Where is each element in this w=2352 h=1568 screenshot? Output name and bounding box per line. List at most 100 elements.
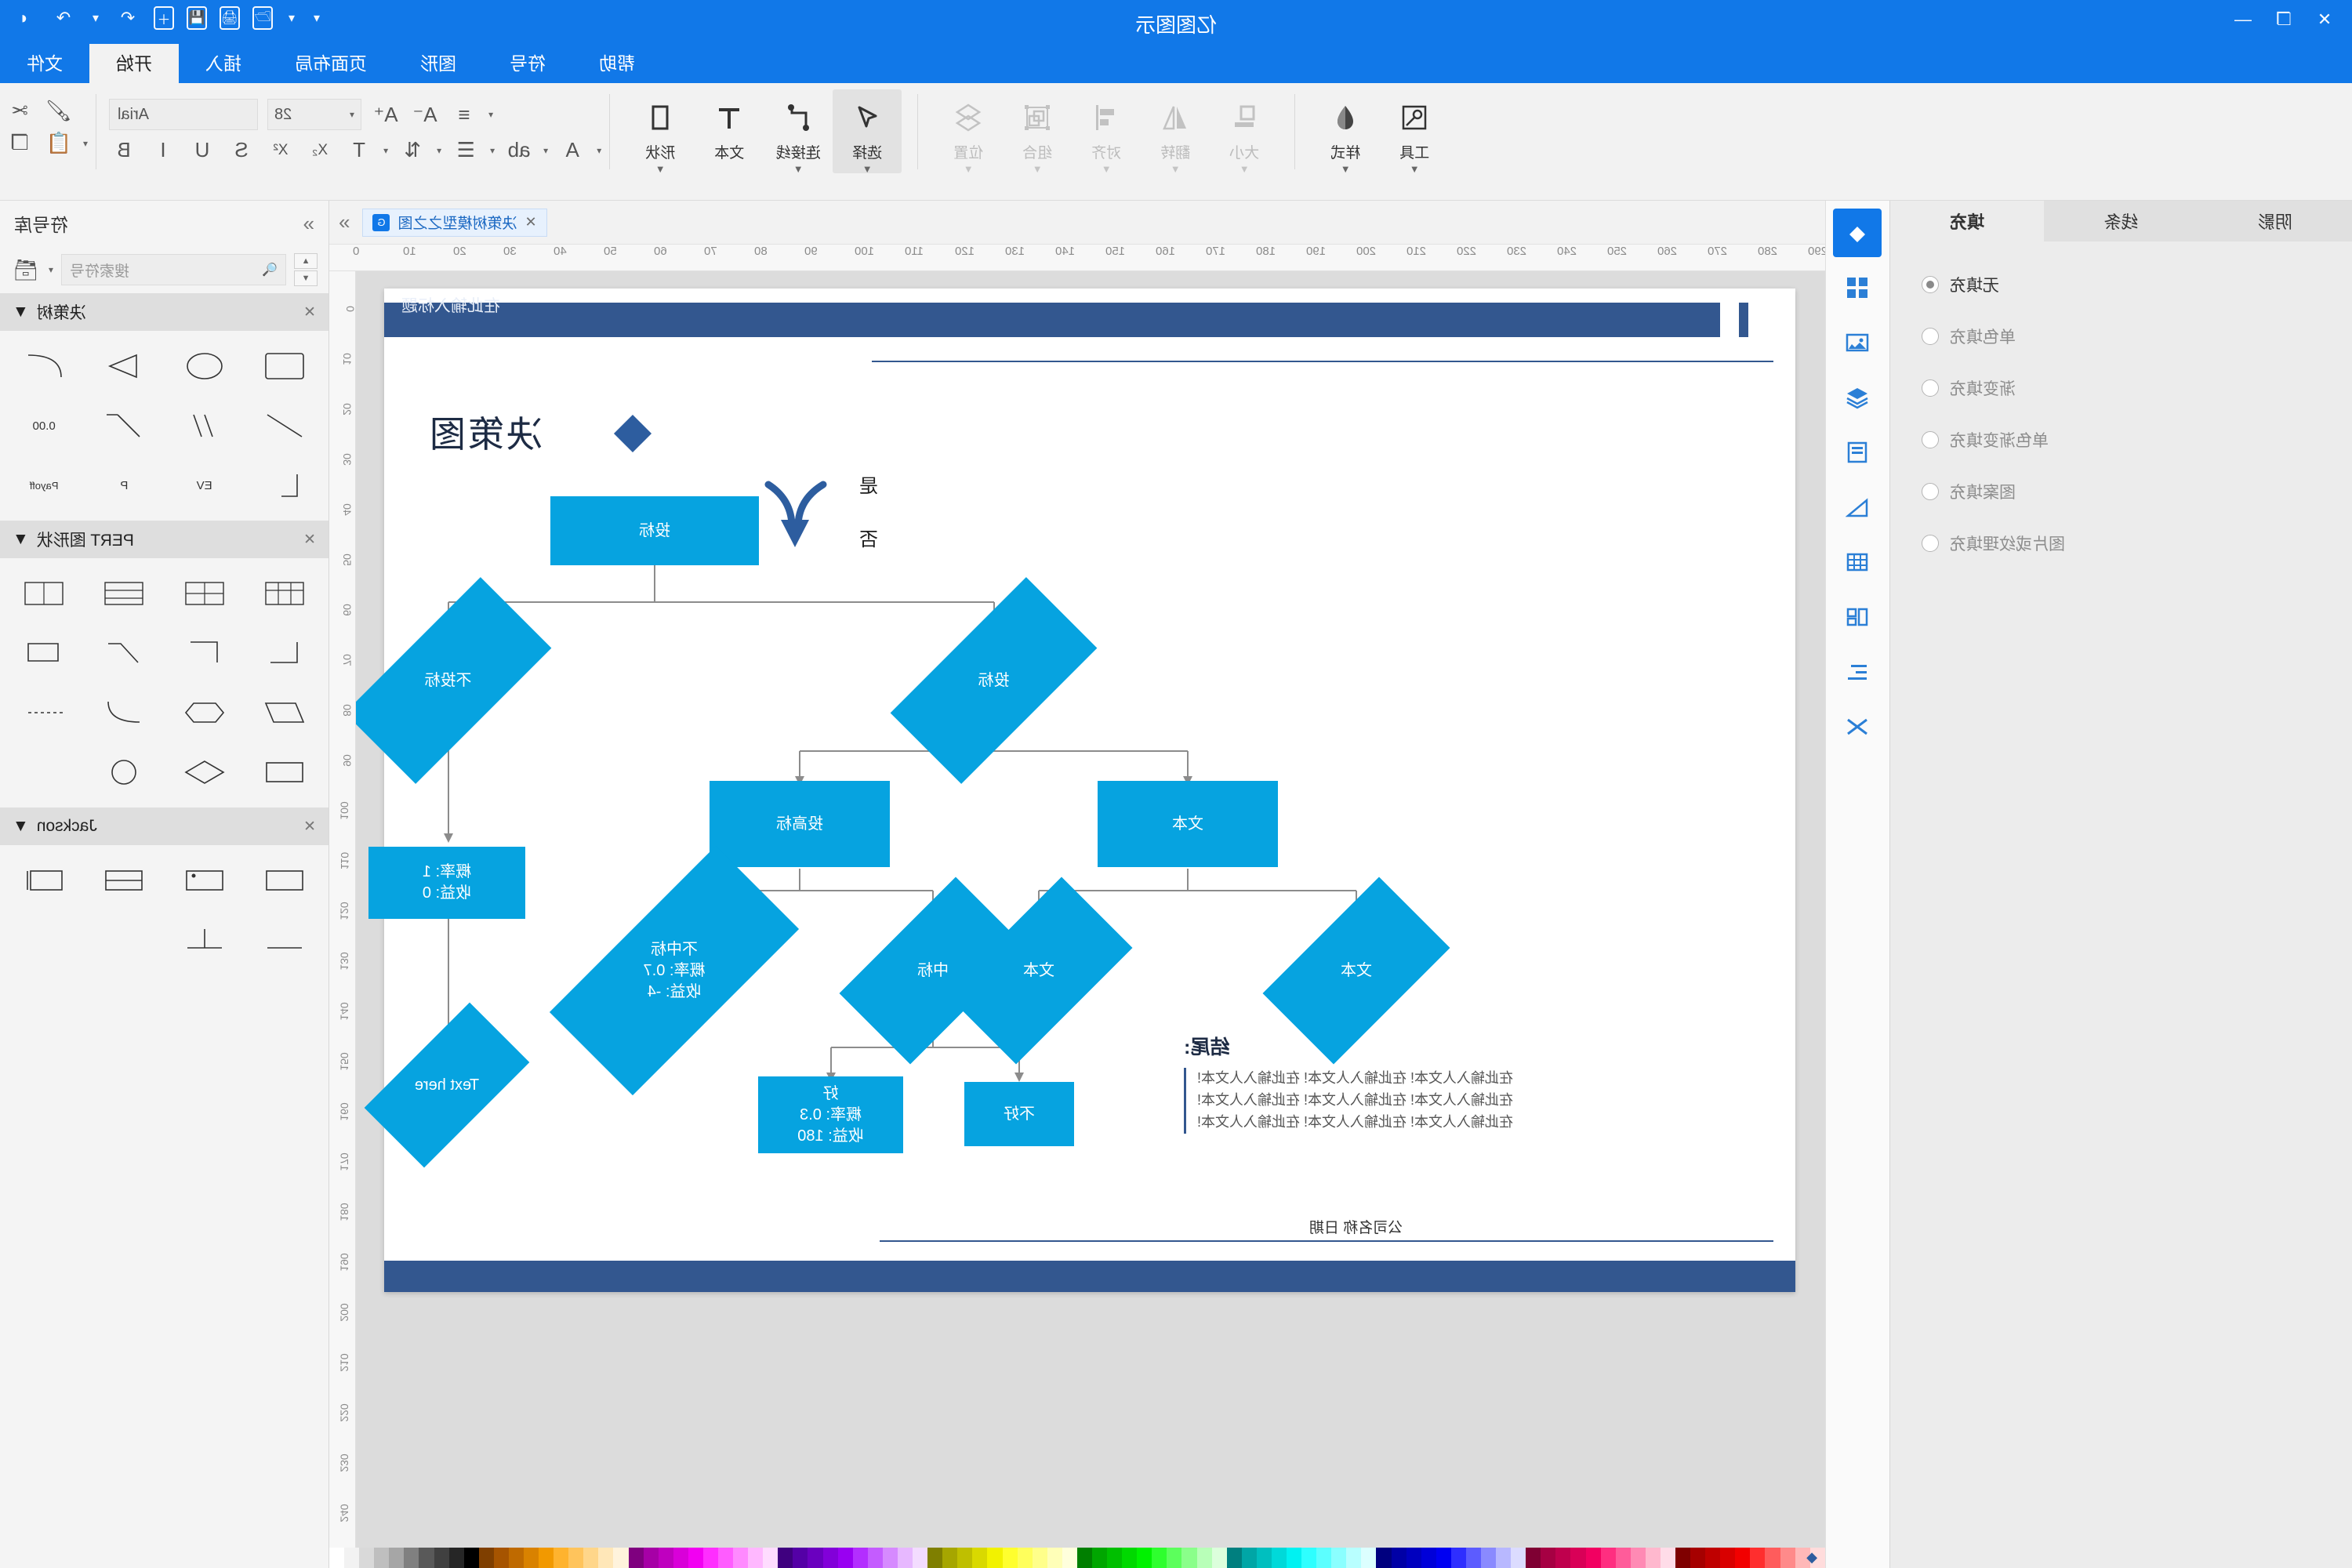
shape-empty[interactable] — [6, 745, 82, 800]
ribbon-button-group[interactable]: 组合 ▼ — [1003, 89, 1072, 175]
vertical-tool-strip[interactable] — [1825, 201, 1889, 1568]
increase-font-icon[interactable]: A⁺ — [371, 103, 401, 127]
color-swatch[interactable] — [1167, 1548, 1182, 1568]
chevron-down-icon[interactable]: ▾ — [83, 138, 88, 149]
color-swatch[interactable] — [913, 1548, 928, 1568]
shape-hexagon[interactable] — [167, 685, 242, 740]
collapse-panel-icon[interactable]: » — [339, 210, 350, 234]
color-palette-bar[interactable]: ◆ — [329, 1548, 1825, 1568]
shape-corner-1[interactable] — [247, 626, 322, 681]
color-swatch[interactable] — [987, 1548, 1003, 1568]
color-swatch[interactable] — [1660, 1548, 1676, 1568]
shape-curve[interactable] — [6, 339, 82, 394]
color-swatch[interactable] — [1062, 1548, 1077, 1568]
branch-label-no[interactable]: 否 — [859, 524, 878, 551]
shuffle-tool-icon[interactable] — [1834, 702, 1882, 751]
shape-dashed-line[interactable] — [6, 685, 82, 740]
color-swatch[interactable] — [1181, 1548, 1197, 1568]
close-icon[interactable]: ✕ — [524, 214, 536, 230]
indent-icon[interactable]: ⇅ — [397, 138, 427, 162]
color-swatch[interactable] — [1750, 1548, 1766, 1568]
color-swatch[interactable] — [942, 1548, 958, 1568]
color-swatch[interactable] — [1361, 1548, 1377, 1568]
chevron-down-icon[interactable]: ▾ — [543, 145, 548, 156]
color-swatch[interactable] — [1152, 1548, 1167, 1568]
container-tool-icon[interactable] — [1834, 593, 1882, 641]
color-swatch[interactable] — [1541, 1548, 1556, 1568]
shape-empty[interactable] — [6, 913, 82, 967]
line-spacing-icon[interactable]: ≡ — [449, 103, 479, 127]
color-swatch[interactable] — [822, 1548, 838, 1568]
color-swatch[interactable] — [837, 1548, 853, 1568]
ribbon-button-tools[interactable]: 工具 ▼ — [1380, 89, 1449, 175]
color-swatch[interactable] — [718, 1548, 734, 1568]
color-swatch[interactable] — [957, 1548, 973, 1568]
node-highbid[interactable]: 投高标 — [710, 781, 890, 867]
chevron-down-icon[interactable]: ▼ — [13, 303, 29, 321]
new-icon[interactable]: ＋ — [154, 6, 174, 30]
color-swatch[interactable] — [434, 1548, 449, 1568]
chevron-down-icon[interactable]: ▼ — [862, 163, 873, 175]
indent-tool-icon[interactable] — [1834, 648, 1882, 696]
color-swatch[interactable] — [1376, 1548, 1392, 1568]
open-document-chip[interactable]: G 决策树模型之之图 ✕ — [362, 208, 547, 237]
fill-option-picture[interactable]: 图片或纹理填充 — [1922, 532, 2352, 555]
color-swatch[interactable] — [374, 1548, 390, 1568]
shape-table-1[interactable] — [86, 566, 162, 621]
ribbon-button-position[interactable]: 位置 ▼ — [934, 89, 1003, 175]
bold-icon[interactable]: B — [109, 138, 139, 162]
color-swatch[interactable] — [1735, 1548, 1751, 1568]
color-swatch[interactable] — [1436, 1548, 1451, 1568]
paint-format-icon[interactable]: 🖌 — [44, 99, 74, 123]
chevron-up-icon[interactable]: ▲ — [294, 253, 318, 269]
shape-corner-4[interactable] — [6, 626, 82, 681]
copy-icon[interactable]: ❐ — [5, 131, 34, 155]
shape-ev-label[interactable]: EV — [167, 458, 242, 513]
color-swatch[interactable] — [1526, 1548, 1541, 1568]
shape-table-3[interactable] — [247, 566, 322, 621]
tab-shadow[interactable]: 阴影 — [2198, 201, 2352, 241]
fill-option-solid[interactable]: 单色填充 — [1922, 325, 2352, 348]
color-swatch[interactable] — [658, 1548, 673, 1568]
tab-line[interactable]: 线条 — [2044, 201, 2198, 241]
node-text1[interactable]: 文本 — [1262, 877, 1450, 1065]
close-icon[interactable]: ✕ — [303, 303, 316, 321]
color-swatch[interactable] — [583, 1548, 599, 1568]
ribbon-tab-bar[interactable]: 帮助 符号 图形 页面布局 插入 开始 文件 — [0, 44, 2352, 83]
chevron-down-icon[interactable]: ▾ — [488, 109, 493, 120]
radio-icon[interactable] — [1922, 431, 1939, 448]
chevron-down-icon[interactable]: ▾ — [597, 145, 601, 156]
color-swatch[interactable] — [478, 1548, 494, 1568]
shape-p-label[interactable]: P — [86, 458, 162, 513]
color-swatch[interactable] — [778, 1548, 793, 1568]
symbol-section-jackson[interactable]: ▼ Jackson ✕ — [0, 808, 328, 845]
chevron-down-icon[interactable]: ▼ — [1341, 163, 1351, 175]
shape-line-t[interactable] — [167, 913, 242, 967]
node-root[interactable]: 投标 — [550, 496, 759, 565]
ribbon-button-flip[interactable]: 翻转 ▼ — [1141, 89, 1210, 175]
color-swatch[interactable] — [972, 1548, 988, 1568]
italic-icon[interactable]: I — [148, 138, 178, 162]
color-swatch[interactable] — [1615, 1548, 1631, 1568]
color-swatch[interactable] — [1570, 1548, 1586, 1568]
color-swatch[interactable] — [1705, 1548, 1721, 1568]
sheet-area[interactable]: 在此输入标题 决策图 是 否 投标 投标 不投标 文本 投高标 文本 文本 中标… — [356, 271, 1825, 1548]
color-swatch[interactable] — [1211, 1548, 1227, 1568]
node-win[interactable]: 中标 — [839, 877, 1027, 1065]
chevron-down-icon[interactable]: ▾ — [49, 264, 53, 275]
color-swatch[interactable] — [554, 1548, 569, 1568]
color-swatch[interactable] — [867, 1548, 883, 1568]
font-family-input[interactable]: Arial — [109, 99, 259, 130]
chevron-down-icon[interactable]: ▼ — [1102, 163, 1112, 175]
palette-swatches[interactable] — [329, 1548, 1825, 1568]
color-swatch[interactable] — [1032, 1548, 1047, 1568]
color-swatch[interactable] — [1226, 1548, 1242, 1568]
account-icon[interactable]: ◖ — [11, 5, 38, 31]
color-swatch[interactable] — [1017, 1548, 1033, 1568]
node-bad[interactable]: 不好 — [964, 1082, 1074, 1146]
undo-icon[interactable]: ↶ — [114, 5, 141, 31]
color-swatch[interactable] — [1585, 1548, 1601, 1568]
shape-rounded-rect[interactable] — [247, 339, 322, 394]
color-swatch[interactable] — [1675, 1548, 1691, 1568]
quick-access-toolbar[interactable]: ▾ ▾ 🗁 🖨 💾 ＋ ↶ ▾ ↷ ◖ — [11, 5, 323, 31]
